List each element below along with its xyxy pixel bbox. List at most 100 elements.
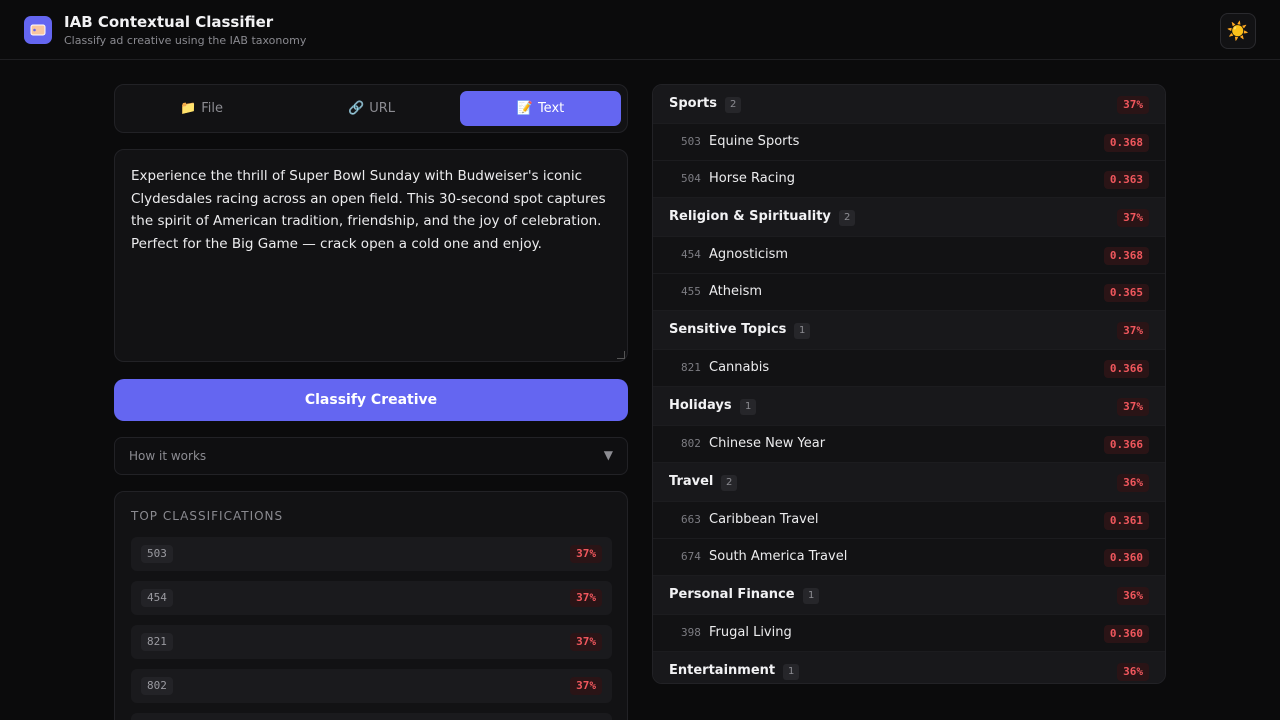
category-group-row[interactable]: Sensitive Topics 1 37% bbox=[653, 311, 1165, 350]
confidence-badge: 37% bbox=[570, 677, 602, 695]
score-badge: 0.361 bbox=[1103, 512, 1149, 530]
confidence-badge: 37% bbox=[570, 589, 602, 607]
creative-text-input[interactable]: Experience the thrill of Super Bowl Sund… bbox=[114, 149, 628, 362]
score-badge: 0.363 bbox=[1103, 171, 1149, 189]
classify-button[interactable]: Classify Creative bbox=[114, 379, 628, 421]
category-group-row[interactable]: Entertainment 1 36% bbox=[653, 652, 1165, 683]
category-item-row[interactable]: 503 Equine Sports 0.368 bbox=[653, 124, 1165, 161]
category-item-name: Equine Sports bbox=[709, 134, 800, 149]
confidence-badge: 37% bbox=[1117, 209, 1149, 227]
category-item-name: Chinese New Year bbox=[709, 436, 826, 451]
tab-url-label: URL bbox=[369, 101, 395, 116]
category-item-name: Cannabis bbox=[709, 360, 770, 375]
classification-results-list[interactable]: Sports 2 37% 503 Equine Sports 0.368 504 Horse … bbox=[652, 84, 1166, 684]
category-code: 802 bbox=[141, 677, 173, 695]
resize-handle[interactable] bbox=[617, 351, 625, 359]
category-group-name: Entertainment bbox=[669, 663, 776, 678]
top-classification-row[interactable] bbox=[131, 713, 612, 720]
app-title: IAB Contextual Classifier bbox=[64, 13, 274, 31]
how-it-works-toggle[interactable]: How it works ▼ bbox=[114, 437, 628, 475]
memo-icon: 📝 bbox=[516, 101, 533, 116]
category-group-name: Sports bbox=[669, 96, 717, 111]
confidence-badge: 36% bbox=[1117, 587, 1149, 605]
app-header: IAB Contextual Classifier Classify ad cr… bbox=[0, 0, 1280, 60]
category-item-row[interactable]: 504 Horse Racing 0.363 bbox=[653, 161, 1165, 198]
category-count-badge: 1 bbox=[740, 399, 757, 415]
category-item-name: Horse Racing bbox=[709, 171, 795, 186]
category-code: 454 bbox=[141, 589, 173, 607]
confidence-badge: 37% bbox=[1117, 322, 1149, 340]
folder-icon: 📁 bbox=[180, 101, 197, 116]
score-badge: 0.368 bbox=[1103, 134, 1149, 152]
category-item-row[interactable]: 398 Frugal Living 0.360 bbox=[653, 615, 1165, 652]
category-count-badge: 1 bbox=[803, 588, 820, 604]
score-badge: 0.360 bbox=[1103, 549, 1149, 567]
category-group-name: Holidays bbox=[669, 398, 732, 413]
category-code: 398 bbox=[681, 626, 701, 639]
category-code: 503 bbox=[141, 545, 173, 563]
category-item-name: Caribbean Travel bbox=[709, 512, 819, 527]
confidence-badge: 37% bbox=[1117, 96, 1149, 114]
sun-icon: ☀️ bbox=[1226, 20, 1250, 42]
category-count-badge: 1 bbox=[794, 323, 811, 339]
confidence-badge: 37% bbox=[570, 633, 602, 651]
tab-file-label: File bbox=[201, 101, 223, 116]
tab-text-label: Text bbox=[537, 101, 565, 116]
category-group-row[interactable]: Holidays 1 37% bbox=[653, 387, 1165, 426]
category-count-badge: 2 bbox=[721, 475, 738, 491]
tab-url[interactable]: 🔗 URL bbox=[291, 91, 452, 126]
category-code: 674 bbox=[681, 550, 701, 563]
top-classification-row[interactable]: 454 37% bbox=[131, 581, 612, 615]
category-group-name: Sensitive Topics bbox=[669, 322, 787, 337]
confidence-badge: 37% bbox=[1117, 398, 1149, 416]
category-group-row[interactable]: Personal Finance 1 36% bbox=[653, 576, 1165, 615]
score-badge: 0.365 bbox=[1103, 284, 1149, 302]
input-mode-tabs: 📁 File 🔗 URL 📝 Text bbox=[114, 84, 628, 133]
score-badge: 0.368 bbox=[1103, 247, 1149, 265]
category-item-row[interactable]: 454 Agnosticism 0.368 bbox=[653, 237, 1165, 274]
category-group-name: Religion & Spirituality bbox=[669, 209, 831, 224]
category-group-row[interactable]: Sports 2 37% bbox=[653, 85, 1165, 124]
score-badge: 0.366 bbox=[1103, 436, 1149, 454]
top-classification-row[interactable]: 802 37% bbox=[131, 669, 612, 703]
category-code: 663 bbox=[681, 513, 701, 526]
score-badge: 0.366 bbox=[1103, 360, 1149, 378]
tag-icon bbox=[24, 16, 52, 44]
creative-text-value: Experience the thrill of Super Bowl Sund… bbox=[131, 168, 606, 252]
category-item-name: Atheism bbox=[709, 284, 763, 299]
category-code: 503 bbox=[681, 135, 701, 148]
category-item-row[interactable]: 821 Cannabis 0.366 bbox=[653, 350, 1165, 387]
category-count-badge: 2 bbox=[725, 97, 742, 113]
app-subtitle: Classify ad creative using the IAB taxon… bbox=[64, 34, 307, 47]
category-code: 802 bbox=[681, 437, 701, 450]
tab-file[interactable]: 📁 File bbox=[121, 91, 282, 126]
how-it-works-label: How it works bbox=[129, 449, 207, 463]
category-count-badge: 1 bbox=[783, 664, 800, 680]
tab-text[interactable]: 📝 Text bbox=[460, 91, 621, 126]
category-code: 455 bbox=[681, 285, 701, 298]
score-badge: 0.360 bbox=[1103, 625, 1149, 643]
category-item-row[interactable]: 455 Atheism 0.365 bbox=[653, 274, 1165, 311]
category-item-row[interactable]: 802 Chinese New Year 0.366 bbox=[653, 426, 1165, 463]
theme-toggle-button[interactable]: ☀️ bbox=[1220, 13, 1256, 49]
confidence-badge: 36% bbox=[1117, 474, 1149, 492]
top-classification-row[interactable]: 821 37% bbox=[131, 625, 612, 659]
category-item-row[interactable]: 663 Caribbean Travel 0.361 bbox=[653, 502, 1165, 539]
category-group-row[interactable]: Travel 2 36% bbox=[653, 463, 1165, 502]
top-classifications-title: TOP CLASSIFICATIONS bbox=[131, 509, 284, 523]
category-item-name: Frugal Living bbox=[709, 625, 792, 640]
top-classification-row[interactable]: 503 37% bbox=[131, 537, 612, 571]
confidence-badge: 36% bbox=[1117, 663, 1149, 681]
category-code: 454 bbox=[681, 248, 701, 261]
top-classifications-panel: TOP CLASSIFICATIONS 503 37% 454 37% 821 … bbox=[114, 491, 628, 720]
category-code: 504 bbox=[681, 172, 701, 185]
category-group-row[interactable]: Religion & Spirituality 2 37% bbox=[653, 198, 1165, 237]
category-code: 821 bbox=[141, 633, 173, 651]
link-icon: 🔗 bbox=[348, 101, 365, 116]
category-group-name: Personal Finance bbox=[669, 587, 795, 602]
chevron-down-icon: ▼ bbox=[603, 448, 613, 462]
confidence-badge: 37% bbox=[570, 545, 602, 563]
category-code: 821 bbox=[681, 361, 701, 374]
category-item-row[interactable]: 674 South America Travel 0.360 bbox=[653, 539, 1165, 576]
category-item-name: South America Travel bbox=[709, 549, 848, 564]
